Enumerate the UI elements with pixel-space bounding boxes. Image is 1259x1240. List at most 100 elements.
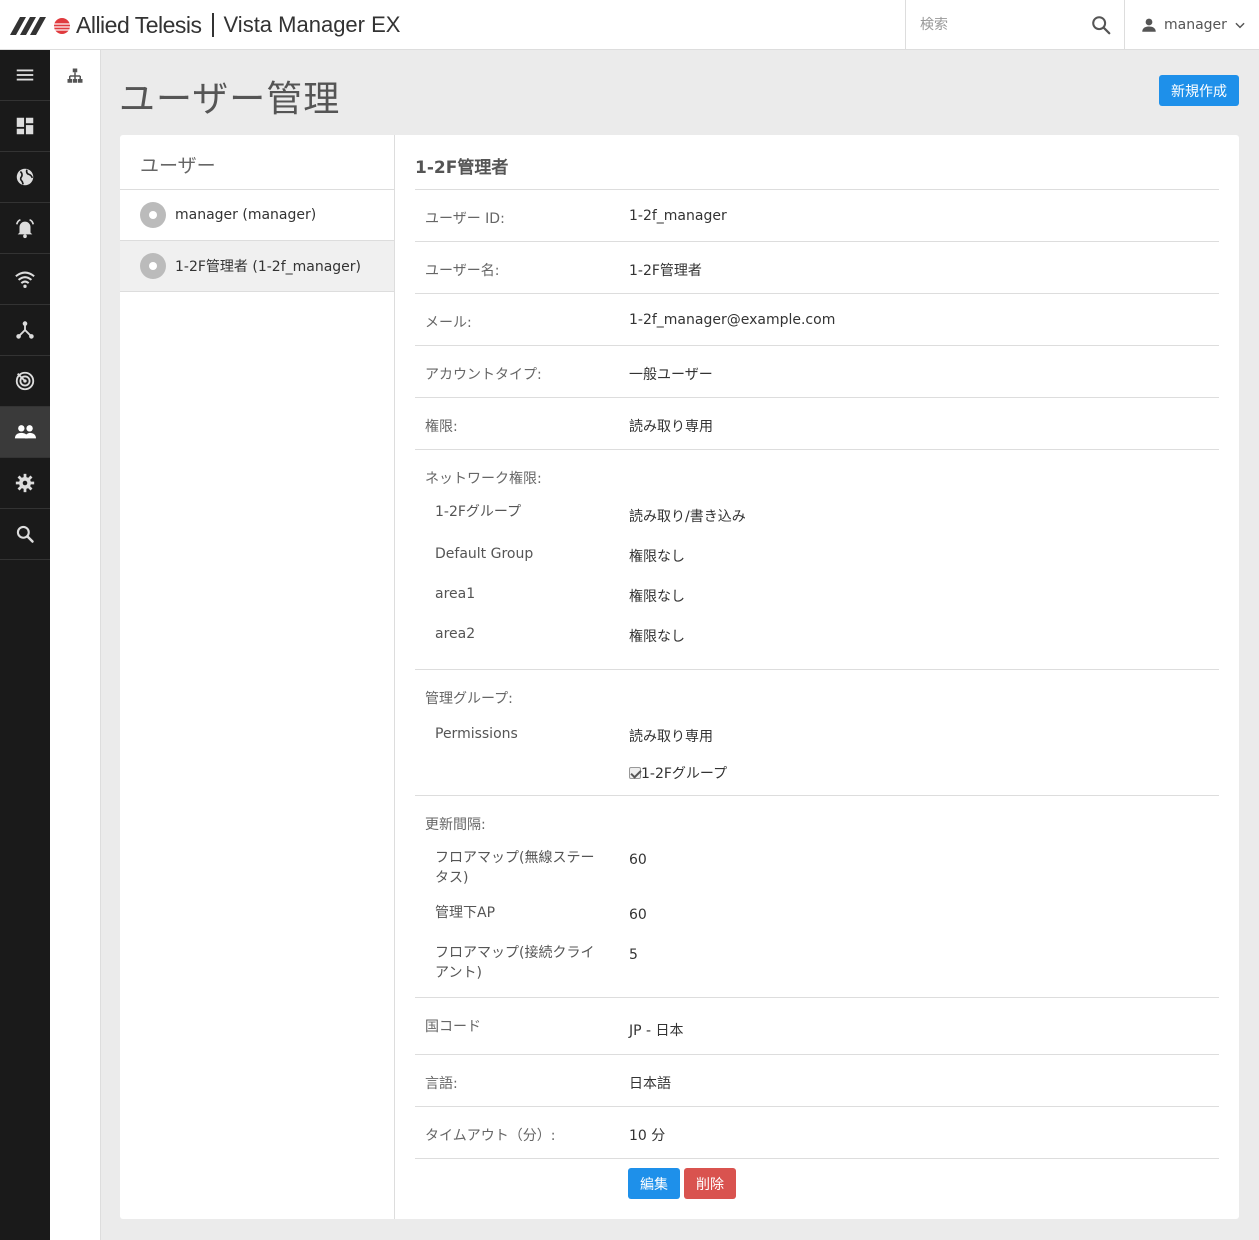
detail-row-account-type: アカウントタイプ: 一般ユーザー xyxy=(415,346,1219,398)
admin-group-perm-value: 読み取り専用 xyxy=(629,729,713,745)
user-name-label: ユーザー名: xyxy=(425,263,500,279)
user-list-item-label: manager (manager) xyxy=(175,207,317,223)
checkbox[interactable] xyxy=(629,767,641,779)
user-id-value: 1-2f_manager xyxy=(629,208,727,224)
detail-row-refresh: 更新間隔: フロアマップ(無線ステータス) 60 管理下AP 60 フロアマップ… xyxy=(415,796,1219,998)
refresh-item-name: フロアマップ(接続クライアント) xyxy=(435,945,595,981)
nav-dashboard[interactable] xyxy=(0,101,50,152)
detail-row-country: 国コード JP - 日本 xyxy=(415,998,1219,1055)
search-icon[interactable] xyxy=(1090,14,1112,36)
admin-group-checked-label: 1-2Fグループ xyxy=(641,766,728,782)
user-list-item[interactable]: 1-2F管理者 (1-2f_manager) xyxy=(120,241,394,292)
wifi-icon xyxy=(15,271,35,288)
network-perm-name: 1-2Fグループ xyxy=(435,504,522,520)
nav-network[interactable] xyxy=(0,305,50,356)
chevron-down-icon xyxy=(1235,22,1245,29)
refresh-item-value: 5 xyxy=(629,947,638,963)
brand-separator xyxy=(211,13,214,37)
nav-globe[interactable] xyxy=(0,152,50,203)
person-icon xyxy=(1142,18,1156,32)
language-label: 言語: xyxy=(425,1076,458,1092)
nav-menu[interactable] xyxy=(0,50,50,101)
users-icon xyxy=(14,425,36,439)
network-perm-value: 権限なし xyxy=(629,629,685,645)
detail-title: 1-2F管理者 xyxy=(415,135,1219,190)
dashboard-icon xyxy=(16,117,34,135)
user-list-item[interactable]: manager (manager) xyxy=(120,190,394,241)
refresh-item-name: フロアマップ(無線ステータス) xyxy=(435,850,595,886)
admin-group-checked-item: 1-2Fグループ xyxy=(629,763,727,783)
network-perm-value: 権限なし xyxy=(629,549,685,565)
refresh-item-value: 60 xyxy=(629,852,647,868)
product-name: Vista Manager EX xyxy=(223,12,401,37)
network-perm-label: ネットワーク権限: xyxy=(425,471,542,487)
nav-settings[interactable] xyxy=(0,458,50,509)
globe-icon xyxy=(16,168,34,186)
mail-label: メール: xyxy=(425,315,472,331)
gear-icon xyxy=(15,473,35,493)
refresh-item-name: 管理下AP xyxy=(435,905,496,921)
permission-label: 権限: xyxy=(425,419,458,435)
account-type-label: アカウントタイプ: xyxy=(425,367,542,383)
nav-wireless[interactable] xyxy=(0,254,50,305)
refresh-label: 更新間隔: xyxy=(425,817,486,833)
page-title: ユーザー管理 xyxy=(119,79,341,120)
radar-icon xyxy=(15,371,35,391)
alarm-icon xyxy=(15,218,35,239)
user-id-label: ユーザー ID: xyxy=(425,211,505,227)
search-icon xyxy=(16,525,34,543)
detail-row-user-name: ユーザー名: 1-2F管理者 xyxy=(415,242,1219,294)
network-perm-value: 権限なし xyxy=(629,589,685,605)
delete-button[interactable]: 削除 xyxy=(684,1168,736,1199)
admin-group-perm-name: Permissions xyxy=(435,726,518,742)
detail-row-network-permissions: ネットワーク権限: 1-2Fグループ 読み取り/書き込み Default Gro… xyxy=(415,450,1219,670)
allied-telesis-logo-icon xyxy=(10,17,70,35)
avatar-icon xyxy=(140,202,166,228)
brand-logo: Allied Telesis Vista Manager EX xyxy=(10,11,400,39)
brand-name: Allied Telesis xyxy=(76,11,202,38)
nav-users[interactable] xyxy=(0,407,50,458)
nav-search[interactable] xyxy=(0,509,50,560)
permission-value: 読み取り専用 xyxy=(629,419,713,435)
admin-group-label: 管理グループ: xyxy=(425,691,513,707)
network-perm-value: 読み取り/書き込み xyxy=(629,509,746,525)
hierarchy-icon xyxy=(67,68,83,83)
user-detail: 1-2F管理者 ユーザー ID: 1-2f_manager ユーザー名: 1-2… xyxy=(415,135,1219,1219)
menu-icon xyxy=(16,69,34,81)
sub-nav xyxy=(50,50,101,1240)
detail-row-permission: 権限: 読み取り専用 xyxy=(415,398,1219,450)
new-user-button[interactable]: 新規作成 xyxy=(1159,75,1239,106)
network-icon xyxy=(16,321,34,339)
language-value: 日本語 xyxy=(629,1076,671,1092)
left-nav xyxy=(0,50,50,1240)
detail-row-timeout: タイムアウト（分）: 10 分 xyxy=(415,1107,1219,1159)
user-list-heading: ユーザー xyxy=(120,135,394,190)
header-search xyxy=(905,0,1125,50)
detail-row-language: 言語: 日本語 xyxy=(415,1055,1219,1107)
mail-value: 1-2f_manager@example.com xyxy=(629,312,836,328)
network-perm-name: area1 xyxy=(435,586,476,602)
country-label: 国コード xyxy=(425,1019,481,1035)
user-menu[interactable]: manager xyxy=(1140,0,1247,50)
edit-button[interactable]: 編集 xyxy=(628,1168,680,1199)
detail-row-mail: メール: 1-2f_manager@example.com xyxy=(415,294,1219,346)
user-list-item-label: 1-2F管理者 (1-2f_manager) xyxy=(175,259,362,275)
account-type-value: 一般ユーザー xyxy=(629,367,713,383)
user-menu-name: manager xyxy=(1164,17,1227,33)
detail-row-user-id: ユーザー ID: 1-2f_manager xyxy=(415,190,1219,242)
timeout-label: タイムアウト（分）: xyxy=(425,1128,556,1144)
detail-row-admin-group: 管理グループ: Permissions 読み取り専用 1-2Fグループ xyxy=(415,670,1219,796)
refresh-item-value: 60 xyxy=(629,907,647,923)
search-input[interactable] xyxy=(906,0,1086,50)
nav-radar[interactable] xyxy=(0,356,50,407)
subnav-hierarchy[interactable] xyxy=(50,50,100,102)
user-list: ユーザー manager (manager) 1-2F管理者 (1-2f_man… xyxy=(120,135,395,1219)
content-panel: ユーザー manager (manager) 1-2F管理者 (1-2f_man… xyxy=(120,135,1239,1219)
network-perm-name: area2 xyxy=(435,626,476,642)
user-name-value: 1-2F管理者 xyxy=(629,263,702,279)
country-value: JP - 日本 xyxy=(629,1023,684,1039)
top-header: Allied Telesis Vista Manager EX manager xyxy=(0,0,1259,50)
nav-alarm[interactable] xyxy=(0,203,50,254)
timeout-value: 10 分 xyxy=(629,1128,666,1144)
avatar-icon xyxy=(140,253,166,279)
